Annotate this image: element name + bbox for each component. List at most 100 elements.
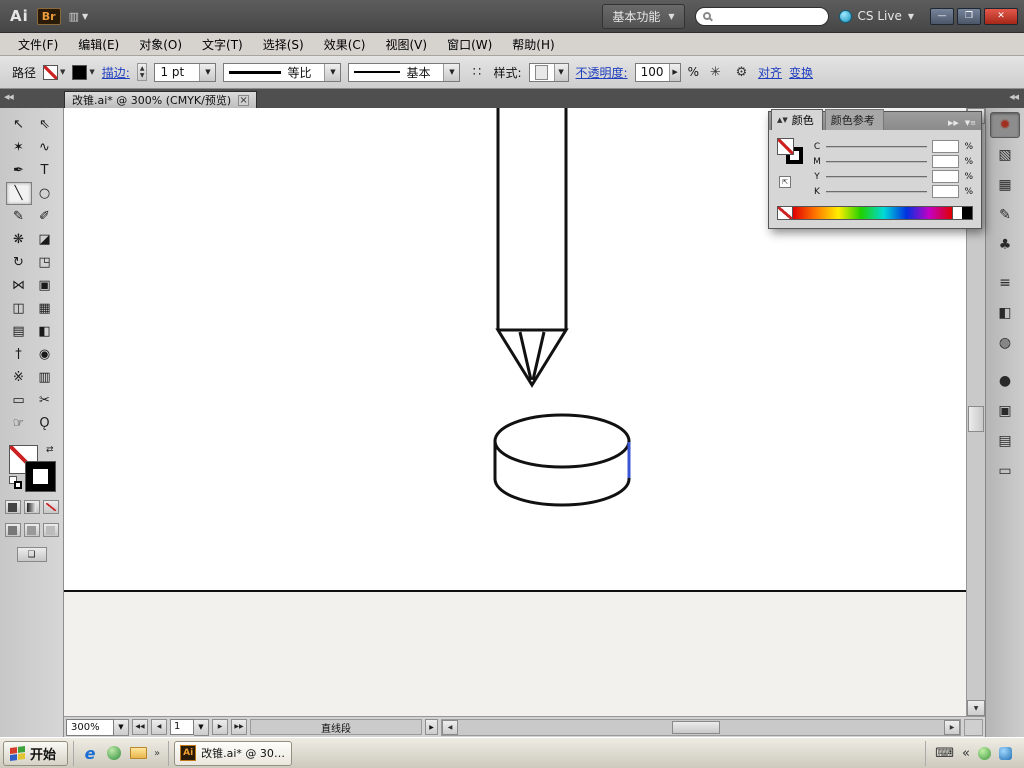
mesh-tool[interactable]: ▤ xyxy=(6,320,32,343)
draw-behind-button[interactable] xyxy=(24,523,40,537)
horizontal-scroll-track[interactable] xyxy=(458,720,944,735)
stroke-weight-combo[interactable]: 1 pt ▼ xyxy=(154,63,216,82)
gear-icon[interactable]: ⚙ xyxy=(732,63,751,82)
artwork-screwdriver-tip[interactable] xyxy=(498,330,566,385)
media-player-icon[interactable] xyxy=(104,743,124,763)
color-spectrum-bar[interactable] xyxy=(777,206,973,220)
color-guide-panel-icon[interactable]: ▧ xyxy=(990,142,1020,168)
last-artboard-button[interactable]: ▶▶ xyxy=(231,719,247,735)
width-profile-combo[interactable]: 等比 ▼ xyxy=(223,63,341,82)
menu-object[interactable]: 对象(O) xyxy=(129,33,192,56)
internet-explorer-icon[interactable]: e xyxy=(80,743,100,763)
eyedropper-tool[interactable]: † xyxy=(6,343,32,366)
panel-expand-icon[interactable]: ▶▶ xyxy=(948,119,959,127)
appearance-panel-icon[interactable]: ● xyxy=(990,368,1020,394)
type-tool[interactable]: T xyxy=(32,159,58,182)
draw-inside-button[interactable] xyxy=(43,523,59,537)
gradient-tool[interactable]: ◧ xyxy=(32,320,58,343)
none-button[interactable] xyxy=(43,500,59,514)
tab-color-guide[interactable]: 颜色参考 xyxy=(825,109,884,130)
artboard-number[interactable]: 1 xyxy=(170,719,194,735)
channel-slider[interactable] xyxy=(826,176,927,178)
zoom-combo[interactable]: 300% ▼ xyxy=(66,719,129,736)
align-panel-link[interactable]: 对齐 xyxy=(758,64,782,81)
close-button[interactable]: ✕ xyxy=(984,8,1018,25)
channel-value-input[interactable] xyxy=(932,155,959,168)
screen-mode-button[interactable]: ❏ xyxy=(17,547,47,562)
free-transform-tool[interactable]: ▣ xyxy=(32,274,58,297)
gradient-panel-icon[interactable]: ◧ xyxy=(990,300,1020,326)
slice-tool[interactable]: ✂ xyxy=(32,389,58,412)
options-grid-icon[interactable]: ∷ xyxy=(467,63,486,82)
width-tool[interactable]: ⋈ xyxy=(6,274,32,297)
menu-effect[interactable]: 效果(C) xyxy=(314,33,376,56)
opacity-combo[interactable]: 100 ▶ xyxy=(635,63,681,82)
stroke-panel-icon[interactable]: ≡ xyxy=(990,270,1020,296)
close-tab-icon[interactable]: × xyxy=(238,95,249,106)
zoom-value[interactable]: 300% xyxy=(66,719,114,736)
status-flyout-icon[interactable]: ▶ xyxy=(425,719,438,735)
arrange-documents-icon[interactable]: ▥ ▼ xyxy=(69,10,89,23)
default-fill-stroke-icon[interactable] xyxy=(9,476,22,489)
symbol-sprayer-tool[interactable]: ※ xyxy=(6,366,32,389)
shape-builder-tool[interactable]: ◫ xyxy=(6,297,32,320)
draw-normal-button[interactable] xyxy=(5,523,21,537)
selection-tool[interactable]: ↖ xyxy=(6,113,32,136)
panel-fill-none-swatch[interactable] xyxy=(777,138,794,155)
menu-edit[interactable]: 编辑(E) xyxy=(68,33,129,56)
taskbar-window-button[interactable]: Ai 改锥.ai* @ 300% (CM... xyxy=(174,741,292,766)
start-button[interactable]: 开始 xyxy=(3,741,68,766)
vertical-scroll-thumb[interactable] xyxy=(968,406,984,432)
symbols-panel-icon[interactable]: ♣ xyxy=(990,232,1020,258)
quick-launch-overflow-icon[interactable]: » xyxy=(152,748,162,759)
blend-tool[interactable]: ◉ xyxy=(32,343,58,366)
eraser-tool[interactable]: ◪ xyxy=(32,228,58,251)
artwork-disc[interactable] xyxy=(495,415,629,505)
blob-brush-tool[interactable]: ❋ xyxy=(6,228,32,251)
perspective-grid-tool[interactable]: ▦ xyxy=(32,297,58,320)
tab-color[interactable]: ▲▼ 颜色 xyxy=(771,109,823,130)
fill-color-control[interactable]: ▼ xyxy=(43,65,65,80)
artboards-panel-icon[interactable]: ▭ xyxy=(990,458,1020,484)
artboard-number-combo[interactable]: 1 ▼ xyxy=(170,719,209,736)
spectrum-none-swatch[interactable] xyxy=(778,207,793,219)
ellipse-tool[interactable]: ○ xyxy=(32,182,58,205)
cs-live-button[interactable]: CS Live ▼ xyxy=(839,9,914,23)
previous-artboard-button[interactable]: ◀ xyxy=(151,719,167,735)
menu-select[interactable]: 选择(S) xyxy=(253,33,314,56)
menu-file[interactable]: 文件(F) xyxy=(8,33,68,56)
brush-definition-combo[interactable]: 基本 ▼ xyxy=(348,63,460,82)
search-input[interactable] xyxy=(716,10,821,23)
gradient-button[interactable] xyxy=(24,500,40,514)
tray-expand-icon[interactable]: « xyxy=(962,746,970,761)
graphic-style-combo[interactable]: ▼ xyxy=(529,63,569,82)
stroke-color-control[interactable]: ▼ xyxy=(72,65,94,80)
artwork-screwdriver-shaft[interactable] xyxy=(498,108,566,330)
scroll-left-icon[interactable]: ◀ xyxy=(442,720,458,735)
scroll-right-icon[interactable]: ▶ xyxy=(944,720,960,735)
document-tab[interactable]: 改锥.ai* @ 300% (CMYK/预览) × xyxy=(64,91,257,108)
channel-value-input[interactable] xyxy=(932,170,959,183)
paintbrush-tool[interactable]: ✎ xyxy=(6,205,32,228)
spectrum-gradient[interactable] xyxy=(793,207,952,219)
channel-slider[interactable] xyxy=(826,146,927,148)
zoom-tool[interactable]: Ǫ xyxy=(32,412,58,435)
rotate-tool[interactable]: ↻ xyxy=(6,251,32,274)
first-artboard-button[interactable]: ◀◀ xyxy=(132,719,148,735)
restore-button[interactable]: ❐ xyxy=(957,8,981,25)
collapse-panel-icon[interactable]: ▲▼ xyxy=(777,116,788,124)
hand-tool[interactable]: ☞ xyxy=(6,412,32,435)
brushes-panel-icon[interactable]: ✎ xyxy=(990,202,1020,228)
next-artboard-button[interactable]: ▶ xyxy=(212,719,228,735)
scroll-down-icon[interactable]: ▼ xyxy=(967,700,985,716)
channel-slider[interactable] xyxy=(826,161,927,163)
pen-tool[interactable]: ✒ xyxy=(6,159,32,182)
opacity-panel-link[interactable]: 不透明度: xyxy=(576,64,628,81)
direct-selection-tool[interactable]: ⇖ xyxy=(32,113,58,136)
stroke-weight-stepper[interactable]: ▲ ▼ xyxy=(137,63,148,81)
line-segment-tool[interactable]: ╲ xyxy=(6,182,32,205)
artboard-tool[interactable]: ▭ xyxy=(6,389,32,412)
recolor-artwork-icon[interactable]: ✳ xyxy=(706,63,725,82)
panel-menu-icon[interactable]: ▼≡ xyxy=(965,119,976,127)
input-method-icon[interactable]: ⌨ xyxy=(935,746,954,761)
